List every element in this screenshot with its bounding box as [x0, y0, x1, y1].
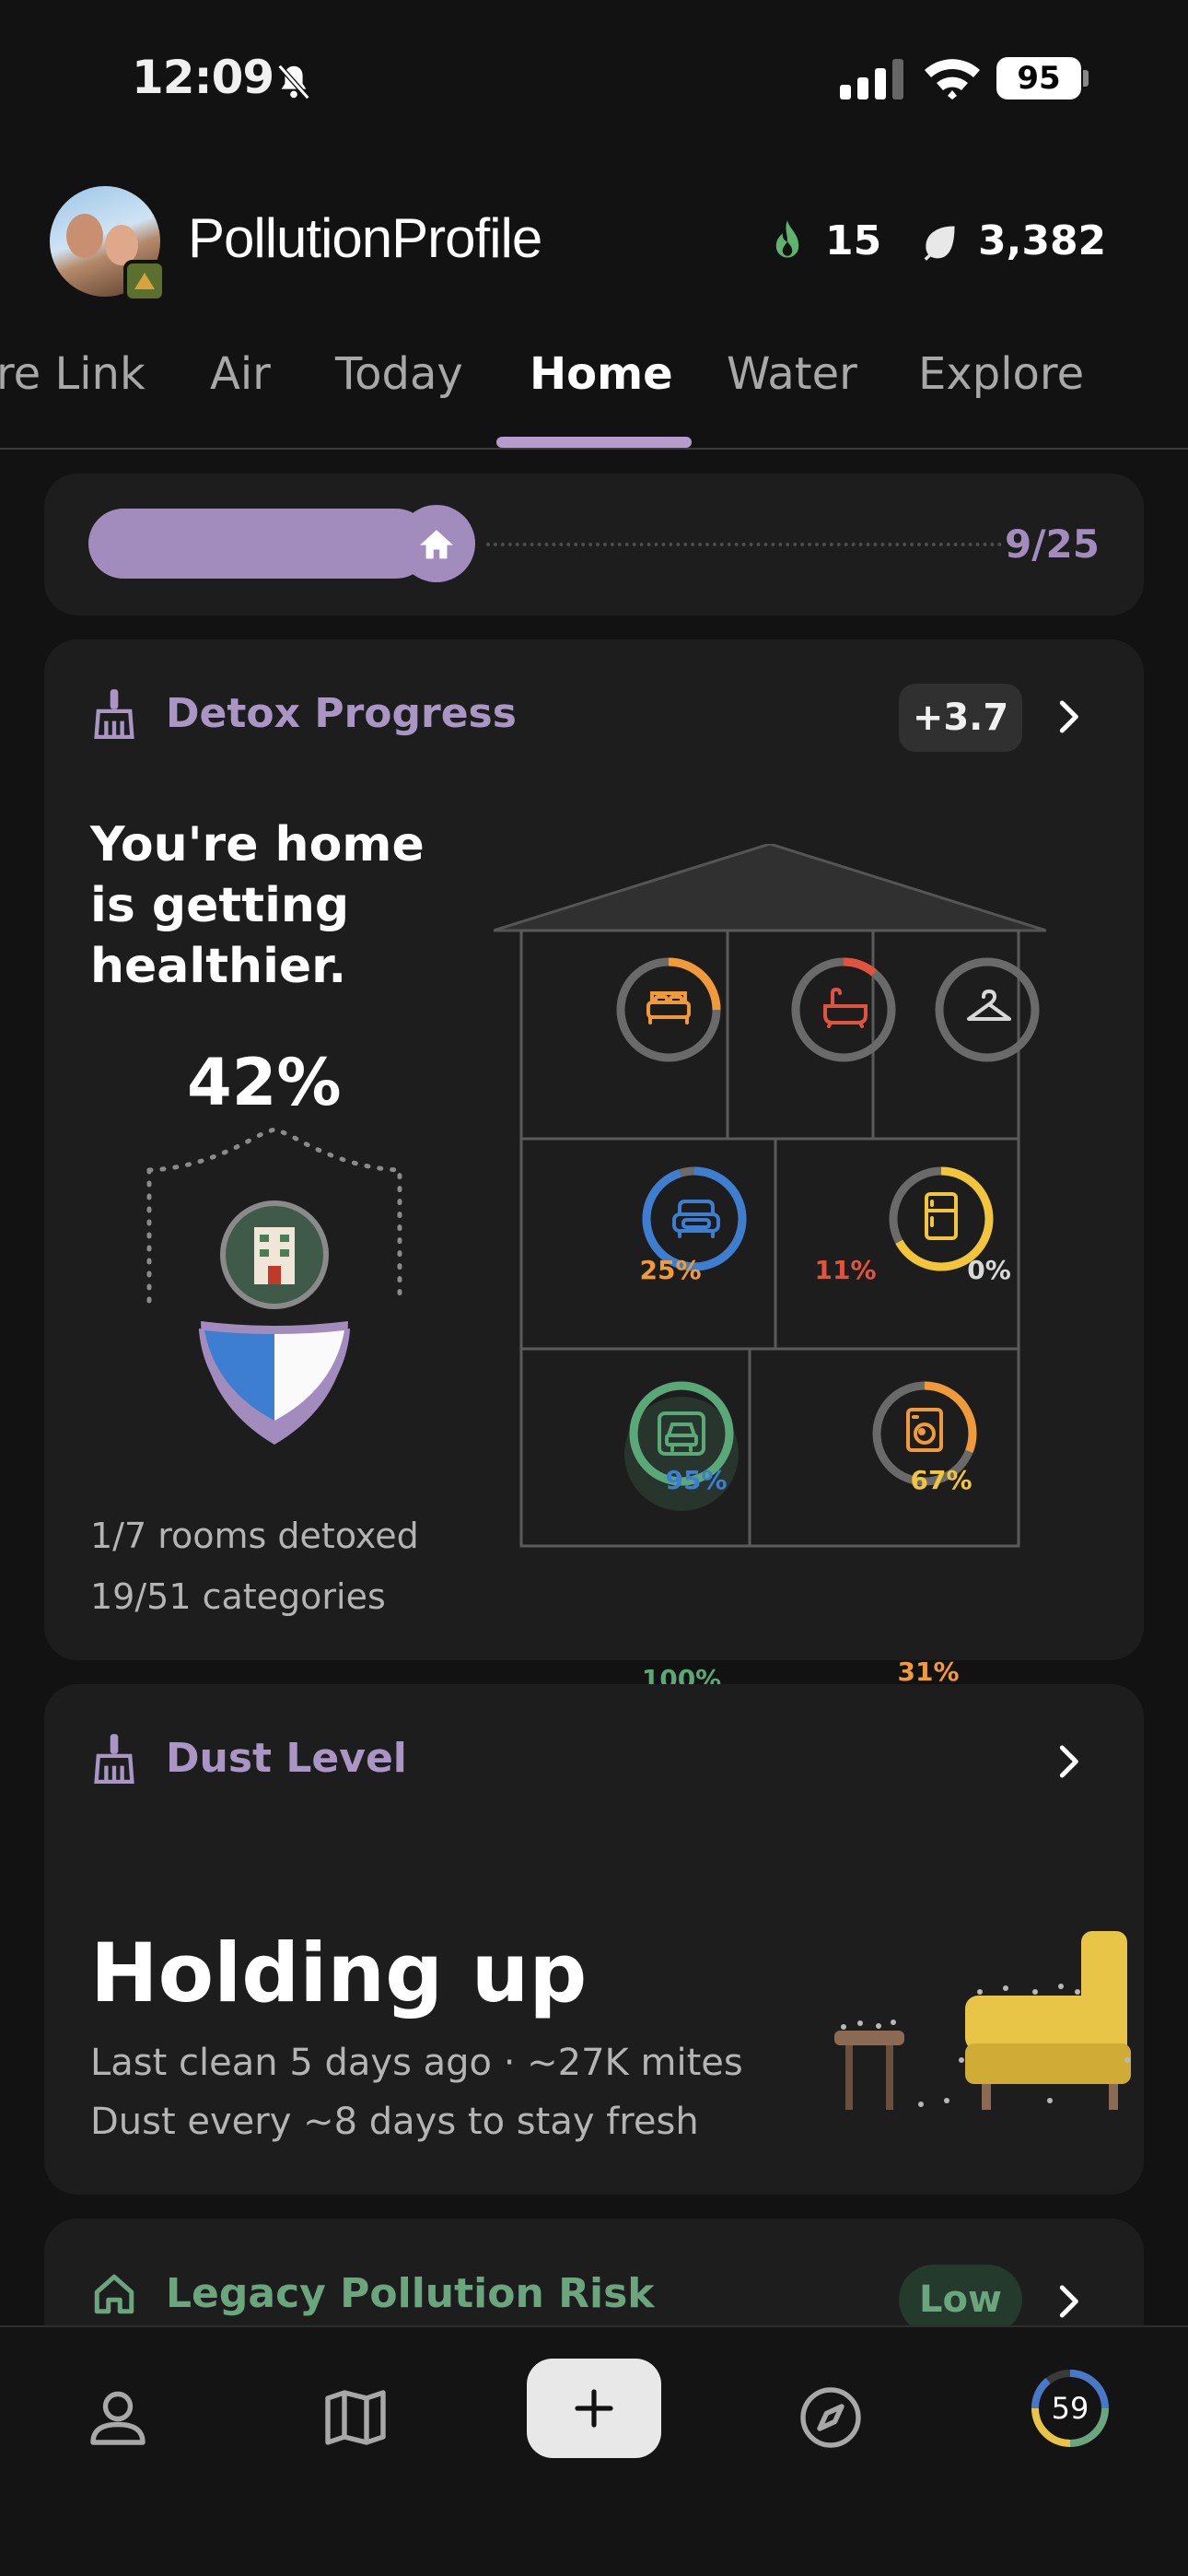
room-percent-bathroom: 11% — [814, 1255, 877, 1285]
room-percent-living: 95% — [665, 1465, 728, 1495]
home-progress-card[interactable]: 9/25 — [44, 474, 1144, 615]
profile-icon[interactable] — [85, 2384, 151, 2451]
leaf-count: 3,382 — [978, 217, 1107, 264]
room-percent-kitchen: 67% — [910, 1465, 973, 1495]
chevron-right-icon[interactable] — [1050, 1743, 1087, 1780]
active-tab-indicator — [496, 437, 692, 448]
categories-detoxed: 19/51 categories — [90, 1576, 386, 1617]
status-time: 12:09 — [132, 51, 274, 104]
house-svg — [493, 842, 1047, 1548]
battery-indicator: 95 — [996, 57, 1081, 100]
home-outline-icon — [94, 2274, 134, 2313]
leaf-counter[interactable]: 3,382 — [919, 217, 1106, 264]
fridge-icon — [925, 1192, 958, 1240]
dust-status: Holding up — [90, 1926, 588, 2020]
detox-headline: You're home is getting healthier. — [90, 817, 425, 994]
shield-illustration — [146, 1127, 402, 1445]
streak-counter[interactable]: 15 — [768, 217, 881, 264]
detox-progress-card[interactable]: Detox Progress +3.7 You're home is getti… — [44, 639, 1144, 1694]
ring-track-closet — [935, 957, 1040, 1062]
washer-icon — [906, 1408, 943, 1452]
legacy-title: Legacy Pollution Risk — [166, 2270, 655, 2317]
status-bar: 12:09 95 — [0, 0, 1188, 161]
chevron-right-icon[interactable] — [1050, 2283, 1087, 2320]
battery-tip — [1083, 70, 1089, 87]
progress-count: 9/25 — [1004, 521, 1100, 567]
room-percent-laundry: 31% — [897, 1657, 960, 1687]
bed-icon — [646, 991, 691, 1025]
progress-fill — [88, 509, 431, 579]
progress-track — [486, 543, 1002, 546]
add-button[interactable] — [527, 2359, 661, 2458]
streak-count: 15 — [825, 217, 882, 264]
dust-recommendation: Dust every ~8 days to stay fresh — [90, 2101, 699, 2143]
tab-water[interactable]: Water — [727, 348, 857, 400]
bottom-navigation: 59 — [0, 2325, 1188, 2576]
progress-knob — [398, 505, 475, 582]
bathtub-icon — [823, 987, 868, 1028]
home-icon — [420, 530, 453, 559]
ring-track-bathroom — [791, 957, 896, 1062]
broom-icon — [94, 689, 134, 739]
app-title: PollutionProfile — [188, 207, 542, 269]
detox-header: Detox Progress — [90, 687, 517, 739]
dust-last-clean: Last clean 5 days ago · ~27K mites — [90, 2042, 743, 2084]
rooms-detoxed: 1/7 rooms detoxed — [90, 1516, 419, 1556]
risk-badge: Low — [899, 2265, 1022, 2335]
bell-muted-icon — [277, 64, 310, 100]
room-percent-closet: 0% — [967, 1255, 1011, 1285]
broom-icon — [94, 1734, 134, 1784]
app-header: PollutionProfile 15 3,382 — [0, 181, 1188, 302]
level-badge-icon — [123, 260, 166, 302]
legacy-header: Legacy Pollution Risk — [90, 2270, 655, 2317]
leaf-icon — [924, 226, 955, 261]
detox-delta-badge: +3.7 — [899, 684, 1022, 752]
tab-explore[interactable]: Explore — [918, 348, 1084, 400]
chevron-right-icon[interactable] — [1050, 698, 1087, 735]
dust-header: Dust Level — [90, 1732, 407, 1784]
hanger-icon — [967, 989, 1011, 1021]
plus-icon — [575, 2389, 613, 2428]
cellular-signal-icon — [840, 59, 903, 100]
flame-icon — [775, 219, 799, 257]
house-rooms-diagram: 25% 11% 0% 95% 67% 100% 31% — [493, 842, 1047, 1694]
wifi-icon — [925, 59, 980, 100]
room-percent-bedroom: 25% — [639, 1255, 702, 1285]
tab-today[interactable]: Today — [335, 348, 463, 400]
dusty-sofa-illustration — [834, 1931, 1131, 2110]
health-score-value: 59 — [1051, 2391, 1089, 2426]
tab-home[interactable]: Home — [530, 348, 673, 400]
compass-icon[interactable] — [798, 2384, 864, 2451]
detox-percent: 42% — [187, 1045, 342, 1120]
dust-title: Dust Level — [166, 1734, 407, 1782]
detox-stats: 1/7 rooms detoxed 19/51 categories — [90, 1505, 419, 1627]
map-icon[interactable] — [322, 2384, 389, 2451]
tab-bar: re Link Air Today Home Water Explore — [0, 348, 1188, 450]
tab-care-link[interactable]: re Link — [0, 348, 146, 400]
dust-level-card[interactable]: Dust Level Holding up Last clean 5 days … — [44, 1684, 1144, 2195]
tab-air[interactable]: Air — [210, 348, 271, 400]
detox-title: Detox Progress — [166, 689, 517, 737]
sofa-icon — [672, 1200, 720, 1238]
